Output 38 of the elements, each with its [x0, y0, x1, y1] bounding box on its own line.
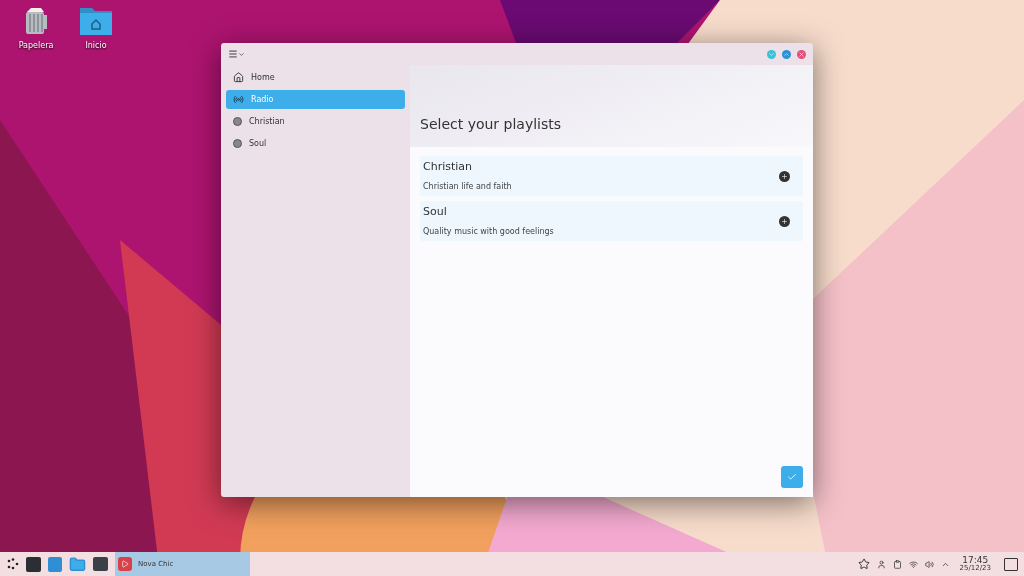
- play-icon: [121, 560, 129, 568]
- plus-icon: [781, 217, 788, 225]
- maximize-button[interactable]: [782, 49, 791, 59]
- volume-icon[interactable]: [924, 559, 934, 569]
- hamburger-menu-button[interactable]: [228, 49, 245, 59]
- folder-icon[interactable]: [69, 555, 86, 573]
- sidebar-item[interactable]: Home: [226, 68, 405, 87]
- close-button[interactable]: [797, 49, 806, 59]
- chevron-down-icon: [768, 50, 775, 58]
- close-icon: [798, 50, 805, 58]
- playlist-title: Soul: [423, 204, 448, 220]
- page-heading: Select your playlists: [420, 115, 562, 134]
- user-icon[interactable]: [876, 559, 886, 569]
- add-button[interactable]: [779, 170, 790, 182]
- wifi-icon[interactable]: [908, 559, 918, 569]
- menu-icon: [228, 49, 238, 59]
- playlist-description: Christian life and faith: [423, 181, 512, 193]
- show-desktop-button[interactable]: [1004, 557, 1018, 571]
- star-icon[interactable]: [857, 558, 870, 570]
- checkmark-icon: [787, 472, 797, 482]
- playlist-card[interactable]: Christian Christian life and faith: [420, 156, 803, 196]
- desktop-icon-label[interactable]: Papelera: [18, 40, 54, 52]
- app-launcher-icon[interactable]: [7, 558, 19, 570]
- caret-icon: [238, 50, 245, 58]
- sidebar-item[interactable]: Christian: [226, 112, 405, 131]
- home-folder-icon[interactable]: [79, 6, 113, 36]
- desktop-icon-label[interactable]: Inicio: [85, 40, 107, 52]
- add-button[interactable]: [779, 215, 790, 227]
- playlist-description: Quality music with good feelings: [423, 226, 554, 238]
- playlist-title: Christian: [423, 159, 474, 175]
- radio-icon: [233, 94, 244, 105]
- sidebar-item[interactable]: Soul: [226, 134, 405, 153]
- clipboard-icon[interactable]: [892, 559, 902, 569]
- playlist-card[interactable]: Soul Quality music with good feelings: [420, 201, 803, 241]
- chevron-up-icon: [783, 50, 790, 58]
- home-icon: [233, 72, 244, 83]
- plus-icon: [781, 172, 788, 180]
- clock-time[interactable]: 17:45: [962, 556, 989, 565]
